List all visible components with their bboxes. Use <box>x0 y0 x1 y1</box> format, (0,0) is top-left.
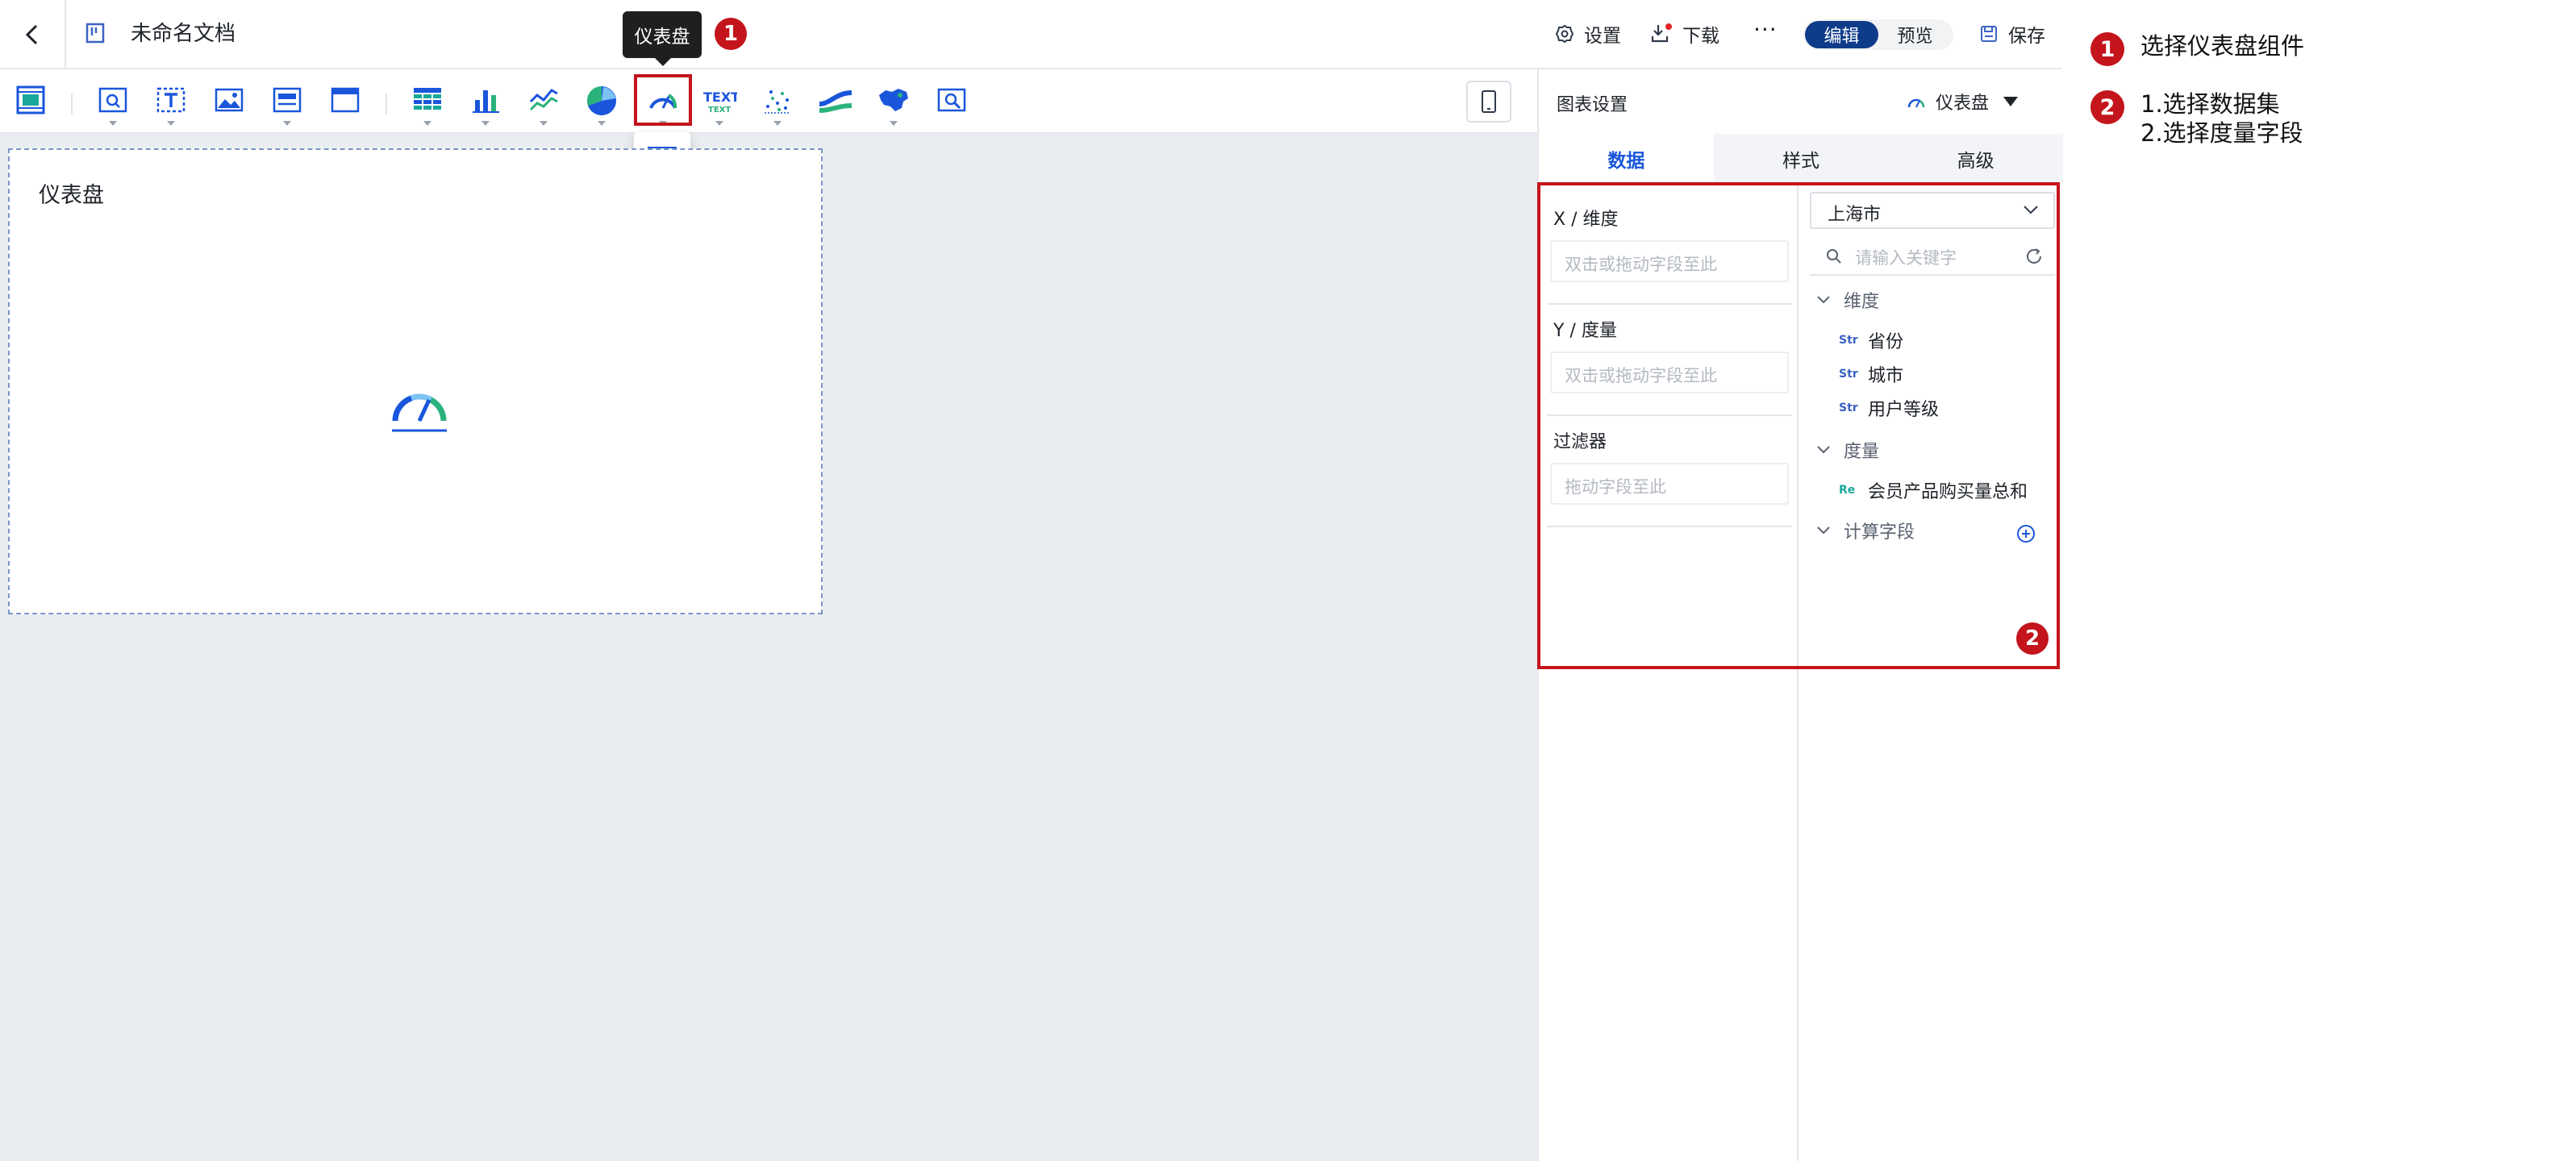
detail-icon <box>937 88 966 112</box>
image-button[interactable] <box>210 84 248 121</box>
instruction-step-1: 选择仪表盘组件 <box>2140 32 2305 60</box>
document-title[interactable]: 未命名文档 <box>131 19 236 48</box>
settings-label: 设置 <box>1584 26 1621 47</box>
bar-chart-icon <box>473 90 499 113</box>
caret-down-icon <box>109 121 117 126</box>
table-button[interactable] <box>408 84 447 126</box>
instruction-marker-1: 1 <box>2090 32 2124 66</box>
gauge-icon <box>1907 98 1925 108</box>
caret-down-icon <box>540 121 548 126</box>
pie-chart-button[interactable] <box>582 84 621 126</box>
save-label: 保存 <box>2008 26 2045 47</box>
scatter-icon <box>765 90 790 114</box>
download-label: 下载 <box>1682 26 1719 47</box>
caret-down-icon <box>167 121 175 126</box>
sankey-button[interactable] <box>816 84 855 121</box>
layout-icon <box>16 85 45 114</box>
svg-text:TEXT: TEXT <box>708 106 731 114</box>
layout-button[interactable] <box>11 84 50 121</box>
tab-component-button[interactable] <box>268 84 306 126</box>
step-marker-1: 1 <box>715 18 747 50</box>
word-text-button[interactable]: TEXT TEXT <box>700 84 739 126</box>
download-icon <box>1651 23 1672 43</box>
scatter-button[interactable] <box>758 84 797 126</box>
pie-chart-icon <box>586 85 616 115</box>
text-word-icon: TEXT TEXT <box>703 89 737 114</box>
gauge-widget[interactable]: 仪表盘 <box>8 148 823 614</box>
step-marker-2: 2 <box>2016 622 2049 655</box>
data-settings-highlight-box <box>1537 182 2060 669</box>
toolbar-separator <box>71 94 73 114</box>
web-frame-button[interactable] <box>326 84 365 121</box>
map-icon <box>879 89 908 111</box>
gauge-placeholder-icon <box>392 393 447 432</box>
caret-down-icon <box>481 121 490 126</box>
gear-icon <box>1555 24 1574 44</box>
mobile-layout-button[interactable] <box>1466 81 1511 123</box>
download-button[interactable]: 下载 <box>1650 19 1719 48</box>
panel-title: 图表设置 <box>1557 95 1628 115</box>
settings-tabs: 数据 样式 高级 <box>1539 134 2063 184</box>
component-toolbar: TEXT TEXT <box>0 69 1540 134</box>
query-button[interactable] <box>94 84 132 126</box>
instruction-step-2-line-2: 2.选择度量字段 <box>2140 119 2303 147</box>
query-icon <box>98 87 127 113</box>
instruction-step-2-line-1: 1.选择数据集 <box>2140 90 2280 118</box>
gauge-highlight-box <box>634 74 692 126</box>
tab-advanced[interactable]: 高级 <box>1888 134 2063 184</box>
caret-down-icon <box>423 121 431 126</box>
web-frame-icon <box>331 87 360 113</box>
line-chart-icon <box>529 89 558 111</box>
app-window: 未命名文档 设置 下载 ··· 编辑 预览 保存 TEXT TEXT 仪表盘 1… <box>0 0 2063 1161</box>
mobile-icon <box>1482 90 1496 113</box>
tab-icon <box>273 87 302 113</box>
chevron-left-icon <box>25 24 38 45</box>
preview-mode-button[interactable]: 预览 <box>1878 21 1952 48</box>
text-box-icon <box>156 87 185 113</box>
settings-button[interactable]: 设置 <box>1555 19 1621 48</box>
map-button[interactable] <box>874 84 913 126</box>
widget-title: 仪表盘 <box>39 183 104 208</box>
bar-chart-button[interactable] <box>466 84 505 126</box>
line-chart-button[interactable] <box>524 84 563 126</box>
toolbar-separator <box>386 94 387 114</box>
caret-down-icon <box>598 121 606 126</box>
caret-down-icon <box>890 121 898 126</box>
image-icon <box>215 88 244 112</box>
more-menu-button[interactable]: ··· <box>1753 16 1778 43</box>
chart-type-selector[interactable]: 仪表盘 <box>1907 89 2019 114</box>
detail-button[interactable] <box>932 84 971 121</box>
tab-data[interactable]: 数据 <box>1539 134 1714 184</box>
top-header: 未命名文档 设置 下载 ··· 编辑 预览 保存 <box>0 0 2061 69</box>
gauge-tooltip: 仪表盘 <box>623 11 702 66</box>
text-box-button[interactable] <box>152 84 190 126</box>
document-icon <box>85 23 105 44</box>
caret-down-icon <box>715 121 723 126</box>
save-button[interactable]: 保存 <box>1979 19 2045 48</box>
table-icon <box>414 88 441 110</box>
tab-style[interactable]: 样式 <box>1714 134 1889 184</box>
mode-toggle: 编辑 预览 <box>1803 19 1953 50</box>
edit-mode-button[interactable]: 编辑 <box>1805 21 1878 48</box>
svg-text:TEXT: TEXT <box>703 89 737 105</box>
caret-down-icon <box>773 121 782 126</box>
caret-down-icon <box>2003 97 2019 106</box>
caret-down-icon <box>283 121 291 126</box>
back-button[interactable] <box>0 0 66 69</box>
chart-type-label: 仪表盘 <box>1936 94 1990 114</box>
save-icon <box>1981 26 1997 42</box>
sankey-icon <box>819 90 852 113</box>
instruction-marker-2: 2 <box>2090 90 2124 124</box>
